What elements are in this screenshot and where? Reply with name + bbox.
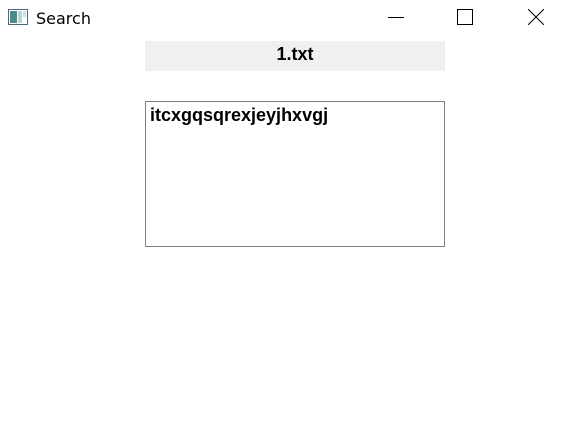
minimize-icon bbox=[388, 17, 404, 18]
file-content-text: itcxgqsqrexjeyjhxvgj bbox=[150, 105, 329, 125]
filename-label: 1.txt bbox=[145, 41, 445, 71]
close-icon bbox=[528, 9, 544, 25]
title-bar[interactable]: Search bbox=[0, 0, 566, 36]
maximize-icon bbox=[457, 9, 473, 25]
close-button[interactable] bbox=[513, 0, 559, 34]
minimize-button[interactable] bbox=[373, 0, 419, 34]
maximize-button[interactable] bbox=[442, 0, 488, 34]
app-window-icon bbox=[8, 9, 28, 25]
search-window: Search 1.txt itcxgqsqrexjeyjhxvgj bbox=[0, 0, 566, 423]
file-content-textbox[interactable]: itcxgqsqrexjeyjhxvgj bbox=[145, 101, 445, 247]
window-title: Search bbox=[36, 9, 91, 28]
